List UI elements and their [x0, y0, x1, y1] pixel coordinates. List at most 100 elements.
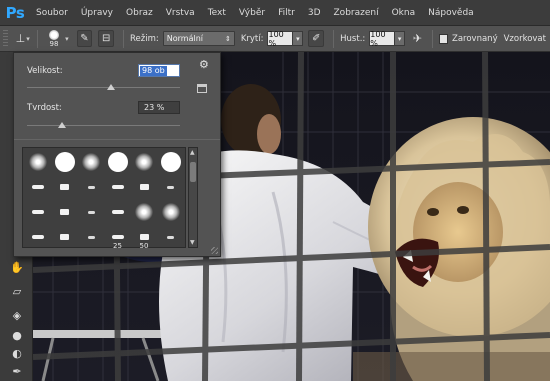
- brush-tip-icon: [111, 210, 124, 214]
- tool-eraser[interactable]: ▱: [8, 282, 26, 300]
- tool-smudge[interactable]: ✋: [8, 258, 26, 276]
- brush-preset-picker-button[interactable]: 98: [44, 28, 64, 50]
- blur-drop-icon: ●: [12, 328, 22, 342]
- brush-preset-stroke[interactable]: [52, 175, 78, 199]
- menu-okna[interactable]: Okna: [392, 8, 416, 18]
- mode-dropdown[interactable]: Normální ⇕: [162, 31, 235, 46]
- scrollbar-thumb[interactable]: [190, 162, 196, 182]
- brush-preset-soft[interactable]: [158, 200, 184, 224]
- menu-3d[interactable]: 3D: [308, 8, 321, 18]
- brush-tip-icon: [167, 185, 174, 189]
- brush-tip-icon: [135, 203, 153, 221]
- menu-zobrazeni[interactable]: Zobrazení: [334, 8, 379, 18]
- gear-icon[interactable]: ⚙: [199, 59, 213, 71]
- size-slider-thumb[interactable]: [107, 84, 116, 90]
- chevron-down-icon[interactable]: ▾: [65, 35, 69, 43]
- dodge-icon: ◐: [12, 346, 22, 360]
- preset-grid-scrollbar[interactable]: ▲ ▼: [188, 147, 198, 248]
- menu-upravy[interactable]: Úpravy: [81, 8, 113, 18]
- mode-value: Normální: [166, 34, 204, 43]
- updown-icon: ⇕: [224, 34, 231, 43]
- options-bar-grip[interactable]: [3, 29, 9, 48]
- brush-preset-stroke[interactable]: [105, 200, 131, 224]
- brush-preset-soft[interactable]: [25, 150, 51, 174]
- eraser-icon: ▱: [12, 284, 22, 298]
- brush-preset-soft[interactable]: [131, 150, 157, 174]
- smudge-icon: ✋: [10, 260, 24, 274]
- brush-preset-stroke[interactable]: [78, 225, 104, 249]
- menu-napoveda[interactable]: Nápověda: [428, 8, 474, 18]
- airbrush-button[interactable]: ✈: [409, 30, 425, 48]
- menu-text[interactable]: Text: [208, 8, 226, 18]
- brush-preset-stroke[interactable]: 25: [105, 225, 131, 250]
- brush-preset-stroke[interactable]: [52, 225, 78, 249]
- menu-bar: Ps Soubor Úpravy Obraz Vrstva Text Výběr…: [0, 0, 550, 26]
- chevron-down-icon: ▾: [397, 34, 402, 43]
- brush-preset-hard[interactable]: [105, 150, 131, 174]
- brush-preset-hard[interactable]: [158, 150, 184, 174]
- flow-dropdown-button[interactable]: ▾: [395, 31, 406, 46]
- menu-obraz[interactable]: Obraz: [126, 8, 153, 18]
- brush-tip-icon: [135, 153, 153, 171]
- photoshop-logo[interactable]: Ps: [4, 2, 26, 24]
- brush-size-readout: 98: [49, 39, 59, 48]
- hardness-field[interactable]: 23 %: [138, 101, 180, 114]
- brush-preset-soft[interactable]: [131, 200, 157, 224]
- brush-tip-icon: [87, 235, 95, 239]
- brush-tip-icon: [32, 235, 44, 239]
- brush-preset-size-label: 25: [113, 242, 122, 250]
- brush-preset-stroke[interactable]: 50: [131, 225, 157, 250]
- menu-vyber[interactable]: Výběr: [239, 8, 265, 18]
- menu-soubor[interactable]: Soubor: [36, 8, 68, 18]
- menu-vrstva[interactable]: Vrstva: [166, 8, 195, 18]
- size-slider-track[interactable]: [27, 87, 180, 88]
- opacity-label: Krytí:: [240, 33, 264, 44]
- tool-dodge[interactable]: ◐: [8, 344, 26, 362]
- flow-field[interactable]: 100 %: [369, 30, 396, 48]
- brush-preset-stroke[interactable]: [78, 175, 104, 199]
- hardness-slider-thumb[interactable]: [58, 122, 67, 128]
- resize-handle-icon[interactable]: [211, 247, 218, 254]
- hardness-slider-track[interactable]: [27, 125, 180, 126]
- brush-preset-soft[interactable]: [78, 150, 104, 174]
- brush-preset-stroke[interactable]: [52, 200, 78, 224]
- brush-panel-icon: ✎: [80, 33, 89, 44]
- opacity-field[interactable]: 100 %: [267, 30, 294, 48]
- brush-preset-stroke[interactable]: [25, 200, 51, 224]
- scroll-down-icon[interactable]: ▼: [190, 239, 195, 246]
- brush-preset-stroke[interactable]: [131, 175, 157, 199]
- brush-panel-toggle-button[interactable]: ✎: [76, 30, 93, 47]
- scroll-up-icon[interactable]: ▲: [190, 149, 195, 156]
- size-label: Velikost:: [27, 66, 63, 76]
- tool-paint-bucket[interactable]: ◈: [8, 306, 26, 324]
- brush-tip-icon: [111, 185, 124, 189]
- chevron-down-icon: ▾: [296, 34, 300, 43]
- brush-preset-stroke[interactable]: [158, 225, 184, 249]
- tool-blur[interactable]: ●: [8, 326, 26, 344]
- pressure-opacity-button[interactable]: ✐: [308, 30, 325, 47]
- brush-tip-icon: [161, 203, 180, 221]
- clone-source-panel-button[interactable]: ⊟: [98, 30, 115, 47]
- flow-label: Hust.:: [340, 33, 366, 44]
- brush-preset-stroke[interactable]: [78, 200, 104, 224]
- brush-tip-icon: [160, 152, 181, 172]
- brush-preset-stroke[interactable]: [105, 175, 131, 199]
- clone-source-icon: ⊟: [101, 33, 111, 44]
- new-preset-icon[interactable]: [197, 84, 207, 93]
- clone-stamp-tool-preset-button[interactable]: ⊥ ▾: [14, 30, 30, 48]
- brush-preset-grid: 25 50: [22, 147, 186, 250]
- brush-tip-icon: [82, 153, 100, 171]
- brush-preset-stroke[interactable]: [25, 175, 51, 199]
- aligned-checkbox[interactable]: [438, 33, 449, 44]
- paint-bucket-icon: ◈: [12, 308, 22, 322]
- brush-preset-stroke[interactable]: [25, 225, 51, 249]
- opacity-dropdown-button[interactable]: ▾: [293, 31, 304, 46]
- brush-preset-stroke[interactable]: [158, 175, 184, 199]
- tool-pen[interactable]: ✒: [8, 362, 26, 380]
- panel-divider: [14, 139, 220, 140]
- size-field[interactable]: 98 ob: [138, 64, 180, 77]
- menu-filtr[interactable]: Filtr: [278, 8, 295, 18]
- clone-stamp-icon: ⊥: [15, 32, 26, 45]
- brush-tip-icon: [49, 29, 60, 40]
- brush-preset-hard[interactable]: [52, 150, 78, 174]
